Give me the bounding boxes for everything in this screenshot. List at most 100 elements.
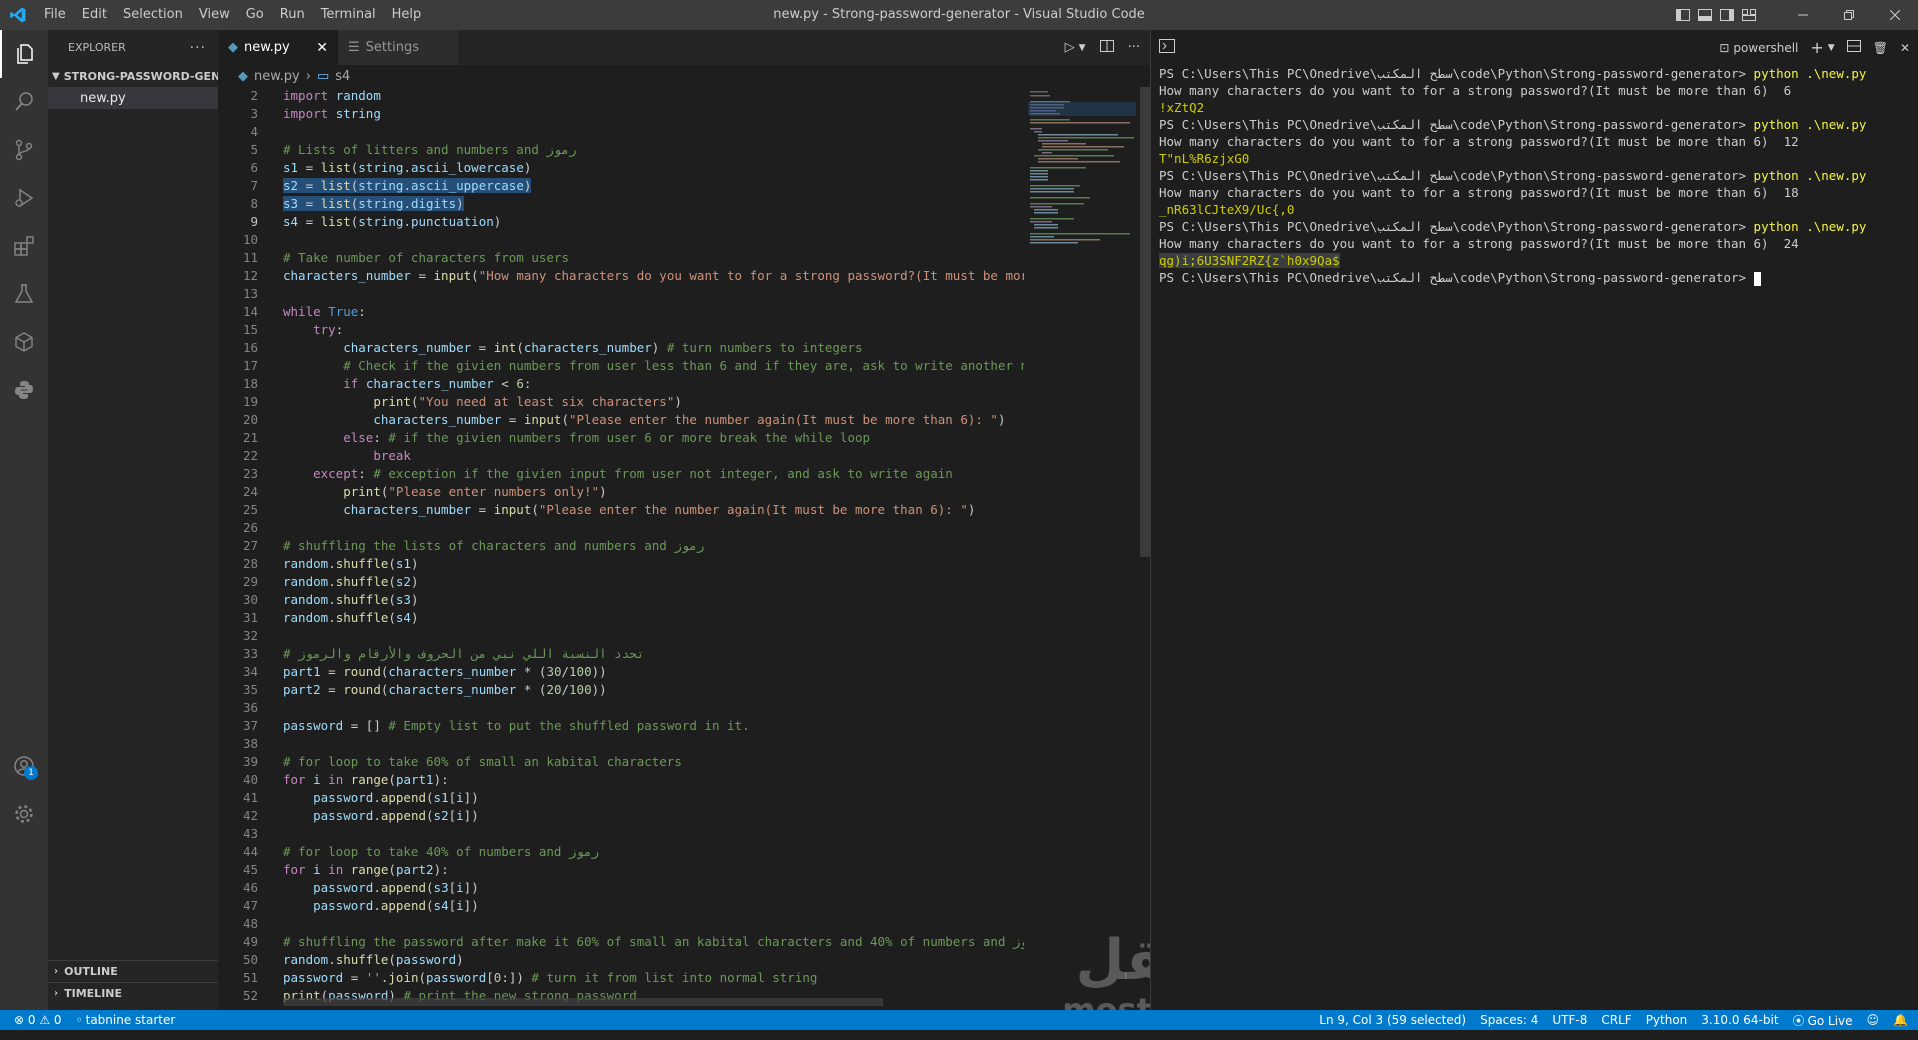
toggle-panel-icon[interactable] bbox=[1694, 0, 1716, 30]
code-line[interactable]: 39 # for loop to take 60% of small an kab… bbox=[218, 753, 1024, 771]
code-line[interactable]: 43 bbox=[218, 825, 1024, 843]
code-line[interactable]: 3 import string bbox=[218, 105, 1024, 123]
code-line[interactable]: 22 break bbox=[218, 447, 1024, 465]
code-line[interactable]: 28 random.shuffle(s1) bbox=[218, 555, 1024, 573]
testing-flask-icon[interactable] bbox=[0, 270, 48, 318]
more-actions-icon[interactable]: ··· bbox=[190, 40, 206, 56]
notifications-bell-icon[interactable]: 🔔 bbox=[1893, 1013, 1908, 1027]
code-line[interactable]: 46 password.append(s3[i]) bbox=[218, 879, 1024, 897]
extensions-icon[interactable] bbox=[0, 222, 48, 270]
code-editor[interactable]: 2 import random 3 import string 4 5 # Lists of… bbox=[218, 87, 1024, 1002]
code-line[interactable]: 17 # Check if the givien numbers from us… bbox=[218, 357, 1024, 375]
menu-file[interactable]: File bbox=[36, 0, 74, 30]
restore-button[interactable] bbox=[1826, 0, 1872, 30]
code-line[interactable]: 6 s1 = list(string.ascii_lowercase) bbox=[218, 159, 1024, 177]
code-line[interactable]: 20 characters_number = input("Please ent… bbox=[218, 411, 1024, 429]
code-line[interactable]: 5 # Lists of litters and numbers and رموز bbox=[218, 141, 1024, 159]
new-terminal-icon[interactable]: + bbox=[1810, 38, 1823, 57]
code-line[interactable]: 48 bbox=[218, 915, 1024, 933]
go-live-button[interactable]: ⦿ Go Live bbox=[1793, 1012, 1853, 1029]
horizontal-scrollbar[interactable] bbox=[283, 998, 883, 1006]
menu-run[interactable]: Run bbox=[272, 0, 313, 30]
vertical-scrollbar[interactable] bbox=[1140, 87, 1150, 557]
toggle-secondary-sidebar-icon[interactable] bbox=[1716, 0, 1738, 30]
code-line[interactable]: 7 s2 = list(string.ascii_uppercase) bbox=[218, 177, 1024, 195]
minimize-button[interactable] bbox=[1780, 0, 1826, 30]
code-line[interactable]: 31 random.shuffle(s4) bbox=[218, 609, 1024, 627]
file-item-new-py[interactable]: new.py bbox=[48, 87, 218, 109]
code-line[interactable]: 27 # shuffling the lists of characters an… bbox=[218, 537, 1024, 555]
code-line[interactable]: 37 password = [] # Empty list to put the … bbox=[218, 717, 1024, 735]
breadcrumb-symbol[interactable]: s4 bbox=[335, 69, 350, 84]
split-editor-icon[interactable] bbox=[1099, 39, 1114, 56]
close-tab-icon[interactable]: ✕ bbox=[316, 40, 328, 56]
breadcrumb-file[interactable]: new.py bbox=[254, 69, 300, 84]
customize-layout-icon[interactable] bbox=[1738, 0, 1760, 30]
more-actions-icon[interactable]: ··· bbox=[1128, 40, 1140, 55]
search-icon[interactable] bbox=[0, 78, 48, 126]
code-line[interactable]: 10 bbox=[218, 231, 1024, 249]
outline-section[interactable]: › OUTLINE bbox=[48, 960, 218, 982]
code-line[interactable]: 33 # تحدد النسبة اللي نبي من الحروف والأر… bbox=[218, 645, 1024, 663]
menu-selection[interactable]: Selection bbox=[115, 0, 191, 30]
code-line[interactable]: 23 except: # exception if the givien inp… bbox=[218, 465, 1024, 483]
code-line[interactable]: 35 part2 = round(characters_number * (20/… bbox=[218, 681, 1024, 699]
split-terminal-icon[interactable] bbox=[1846, 40, 1861, 55]
indentation[interactable]: Spaces: 4 bbox=[1480, 1013, 1538, 1027]
remote-explorer-icon[interactable] bbox=[0, 318, 48, 366]
line-endings[interactable]: CRLF bbox=[1601, 1013, 1631, 1027]
source-control-icon[interactable] bbox=[0, 126, 48, 174]
menu-terminal[interactable]: Terminal bbox=[313, 0, 384, 30]
language-mode[interactable]: Python bbox=[1646, 1013, 1688, 1027]
code-line[interactable]: 16 characters_number = int(characters_nu… bbox=[218, 339, 1024, 357]
code-line[interactable]: 51 password = ''.join(password[0:]) # tur… bbox=[218, 969, 1024, 987]
chevron-down-icon[interactable]: ▼ bbox=[1828, 43, 1835, 53]
minimap[interactable] bbox=[1028, 87, 1138, 1002]
terminal-output[interactable]: PS C:\Users\This PC\Onedrive\سطح المكتب\… bbox=[1151, 65, 1918, 286]
code-line[interactable]: 19 print("You need at least six characte… bbox=[218, 393, 1024, 411]
code-line[interactable]: 29 random.shuffle(s2) bbox=[218, 573, 1024, 591]
code-line[interactable]: 42 password.append(s2[i]) bbox=[218, 807, 1024, 825]
code-line[interactable]: 18 if characters_number < 6: bbox=[218, 375, 1024, 393]
python-icon[interactable] bbox=[0, 366, 48, 414]
close-panel-icon[interactable]: ✕ bbox=[1900, 41, 1910, 55]
code-line[interactable]: 14 while True: bbox=[218, 303, 1024, 321]
code-line[interactable]: 26 bbox=[218, 519, 1024, 537]
code-line[interactable]: 13 bbox=[218, 285, 1024, 303]
menu-help[interactable]: Help bbox=[384, 0, 430, 30]
menu-go[interactable]: Go bbox=[238, 0, 272, 30]
code-line[interactable]: 32 bbox=[218, 627, 1024, 645]
terminal-icon[interactable] bbox=[1159, 38, 1175, 57]
code-line[interactable]: 11 # Take number of characters from users bbox=[218, 249, 1024, 267]
code-line[interactable]: 2 import random bbox=[218, 87, 1024, 105]
manage-gear-icon[interactable] bbox=[0, 790, 48, 838]
run-python-file-icon[interactable]: ▷ bbox=[1065, 40, 1075, 55]
explorer-icon[interactable] bbox=[0, 30, 48, 78]
feedback-icon[interactable]: ☺ bbox=[1867, 1013, 1880, 1027]
tabnine-status[interactable]: ◦ tabnine starter bbox=[76, 1013, 176, 1027]
encoding[interactable]: UTF-8 bbox=[1552, 1013, 1587, 1027]
problems-indicator[interactable]: ⊗ 0 ⚠ 0 bbox=[14, 1013, 62, 1027]
close-window-button[interactable] bbox=[1872, 0, 1918, 30]
code-line[interactable]: 44 # for loop to take 40% of numbers and … bbox=[218, 843, 1024, 861]
code-line[interactable]: 24 print("Please enter numbers only!") bbox=[218, 483, 1024, 501]
code-line[interactable]: 9 s4 = list(string.punctuation) bbox=[218, 213, 1024, 231]
code-line[interactable]: 30 random.shuffle(s3) bbox=[218, 591, 1024, 609]
code-line[interactable]: 40 for i in range(part1): bbox=[218, 771, 1024, 789]
shell-selector[interactable]: ⊡ powershell bbox=[1719, 41, 1798, 55]
code-line[interactable]: 25 characters_number = input("Please ent… bbox=[218, 501, 1024, 519]
tab-new-py[interactable]: ◆ new.py ✕ bbox=[218, 30, 338, 65]
toggle-primary-sidebar-icon[interactable] bbox=[1672, 0, 1694, 30]
chevron-down-icon[interactable]: ▼ bbox=[1079, 43, 1086, 53]
code-line[interactable]: 12 characters_number = input("How many ch… bbox=[218, 267, 1024, 285]
code-line[interactable]: 50 random.shuffle(password) bbox=[218, 951, 1024, 969]
terminal-panel[interactable]: ⊡ powershell + ▼ 🗑 ✕ PS C:\Users\This PC\… bbox=[1150, 30, 1918, 1010]
code-line[interactable]: 8 s3 = list(string.digits) bbox=[218, 195, 1024, 213]
accounts-icon[interactable]: 1 bbox=[0, 742, 48, 790]
code-line[interactable]: 4 bbox=[218, 123, 1024, 141]
trash-icon[interactable]: 🗑 bbox=[1873, 41, 1888, 55]
code-line[interactable]: 34 part1 = round(characters_number * (30/… bbox=[218, 663, 1024, 681]
run-debug-icon[interactable] bbox=[0, 174, 48, 222]
menu-view[interactable]: View bbox=[191, 0, 238, 30]
menu-edit[interactable]: Edit bbox=[74, 0, 115, 30]
